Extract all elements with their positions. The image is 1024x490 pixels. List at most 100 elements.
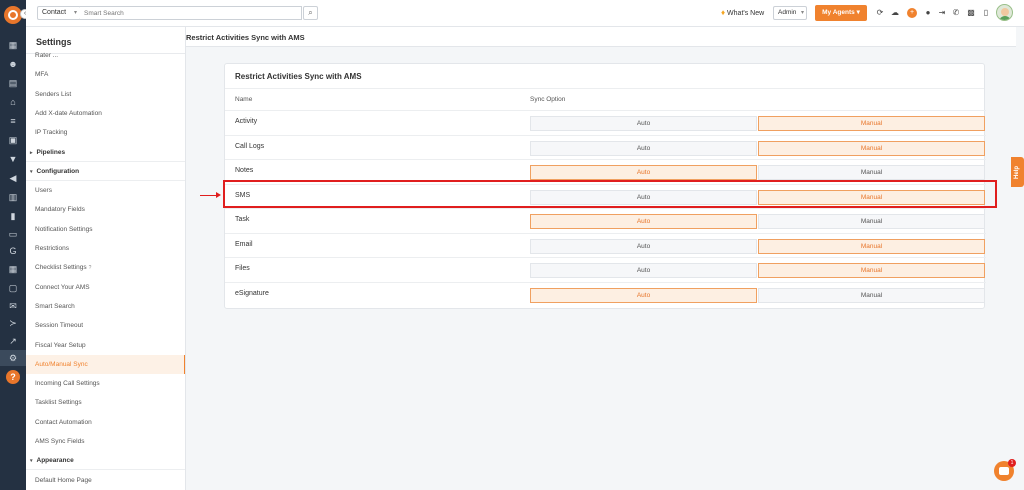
settings-item[interactable]: Incoming Call Settings [26, 374, 185, 393]
settings-item-label: Fiscal Year Setup [35, 341, 86, 349]
google-icon[interactable]: G [7, 246, 19, 256]
manual-option-button[interactable]: Manual [758, 263, 985, 278]
settings-item[interactable]: Tasklist Settings [26, 393, 185, 412]
auto-option-button[interactable]: Auto [530, 238, 757, 254]
contacts-icon[interactable]: ☻ [7, 59, 19, 69]
my-agents-button[interactable]: My Agents ▾ [815, 5, 867, 21]
sync-row-name: Email [235, 240, 253, 248]
report-icon[interactable]: ▣ [7, 135, 19, 145]
settings-item[interactable]: IP Tracking [26, 123, 185, 142]
search-icon[interactable]: ⌕ [303, 6, 318, 20]
settings-item[interactable]: MFA [26, 65, 185, 84]
search-scope-select[interactable]: Contact ▾ [37, 6, 81, 20]
auto-option-button[interactable]: Auto [530, 214, 757, 229]
dashboard-icon[interactable]: ▦ [7, 40, 19, 50]
settings-group[interactable]: ▾ Appearance [26, 451, 185, 471]
manual-option-button[interactable]: Manual [758, 116, 985, 131]
settings-item[interactable]: Auto/Manual Sync [26, 354, 185, 374]
settings-item[interactable]: Mandatory Fields [26, 200, 185, 219]
sync-row: Files Auto Manual [225, 257, 986, 281]
settings-item-label: Restrictions [35, 245, 69, 252]
settings-item[interactable]: Add X-date Automation [26, 104, 185, 123]
annotation-arrow [200, 192, 221, 198]
whats-new-link[interactable]: ♦ What's New [721, 8, 764, 17]
settings-item[interactable]: Checklist Settings? [26, 258, 185, 277]
smart-search-input[interactable] [80, 6, 302, 20]
settings-item[interactable]: Users [26, 181, 185, 200]
admin-select[interactable]: Admin ▾ [773, 6, 807, 20]
settings-item-label: Contact Automation [35, 418, 92, 426]
settings-item[interactable]: Connect Your AMS [26, 278, 185, 297]
settings-item-label: Users [35, 187, 52, 195]
sync-row-name: Notes [235, 167, 254, 174]
sync-row: Activity Auto Manual [225, 110, 986, 134]
documents-icon[interactable]: ▤ [7, 78, 19, 88]
manual-option-button[interactable]: Manual [758, 165, 985, 180]
campaign-icon[interactable]: ◀ [7, 173, 19, 183]
column-header-name: Name [235, 96, 253, 103]
manual-option-button[interactable]: Manual [758, 287, 985, 303]
settings-item[interactable]: Contact Automation [26, 413, 185, 432]
manual-option-button[interactable]: Manual [758, 140, 985, 156]
settings-item-label: Configuration [36, 167, 80, 175]
settings-group[interactable]: ▸ Pipelines [26, 143, 185, 162]
settings-item-label: Notification Settings [35, 225, 93, 233]
device-icon[interactable]: ▯ [981, 7, 991, 19]
file-icon[interactable]: ▢ [7, 283, 19, 293]
settings-sidebar: Settings Rater ... MFA Senders List Add X-d… [26, 27, 186, 490]
help-side-tab[interactable]: Help [1011, 157, 1024, 187]
help-circle-icon[interactable]: ? [6, 370, 20, 384]
settings-item[interactable]: Session Timeout [26, 316, 185, 335]
chart-icon[interactable]: ↗ [7, 336, 19, 346]
settings-item-label: Default Home Page [35, 476, 92, 484]
settings-item-label: Pipelines [36, 148, 66, 156]
caret-right-icon: ▸ [30, 149, 33, 156]
calendar-icon[interactable]: ▦ [7, 264, 19, 274]
analytics-icon[interactable]: ▮ [7, 211, 19, 221]
chat-launcher-button[interactable]: 1 [994, 459, 1016, 481]
manual-option-button[interactable]: Manual [758, 214, 985, 229]
user-avatar[interactable] [996, 4, 1013, 21]
folder-icon[interactable]: ▭ [7, 229, 19, 239]
page-header: Restrict Activities Sync with AMS [186, 27, 1016, 47]
settings-item[interactable]: Fiscal Year Setup [26, 336, 185, 355]
settings-item[interactable]: Rater ... [26, 46, 185, 65]
settings-group[interactable]: ▾ Configuration [26, 162, 185, 181]
settings-icon[interactable]: ⚙ [0, 350, 26, 366]
settings-item[interactable]: Senders List [26, 85, 185, 104]
settings-item[interactable]: Default Home Page [26, 471, 185, 490]
mail-icon[interactable]: ✉ [7, 301, 19, 311]
cloud-icon[interactable]: ☁ [890, 7, 900, 19]
list-icon[interactable]: ≡ [7, 116, 19, 126]
auto-option-button[interactable]: Auto [530, 140, 757, 156]
filter-icon[interactable]: ▼ [7, 154, 19, 164]
settings-item[interactable]: Smart Search [26, 297, 185, 316]
pipeline-icon[interactable]: ≻ [7, 318, 19, 328]
page-title: Restrict Activities Sync with AMS [186, 33, 305, 42]
notes-icon[interactable]: ▥ [7, 192, 19, 202]
company-icon[interactable]: ⌂ [7, 97, 19, 107]
auto-option-button[interactable]: Auto [530, 165, 757, 180]
chip-icon[interactable]: ▩ [966, 7, 976, 19]
main-content: Restrict Activities Sync with AMS Restri… [186, 27, 1016, 490]
add-icon[interactable]: + [907, 8, 917, 18]
sync-row: eSignature Auto Manual [225, 281, 986, 306]
sync-row-name: eSignature [235, 289, 269, 297]
settings-item-label: Smart Search [35, 302, 75, 310]
auto-option-button[interactable]: Auto [530, 116, 757, 131]
phone-icon[interactable]: ✆ [951, 7, 961, 19]
manual-option-button[interactable]: Manual [758, 238, 985, 254]
auto-option-button[interactable]: Auto [530, 263, 757, 278]
settings-item-label: Mandatory Fields [35, 206, 85, 214]
settings-item[interactable]: AMS Sync Fields [26, 432, 185, 451]
auto-option-button[interactable]: Auto [530, 287, 757, 303]
refresh-icon[interactable]: ⟳ [875, 7, 885, 19]
settings-item[interactable]: Notification Settings [26, 220, 185, 239]
logout-icon[interactable]: ⇥ [937, 7, 947, 19]
column-header-sync-option: Sync Option [530, 96, 566, 103]
settings-item[interactable]: Restrictions [26, 239, 185, 258]
sync-row: Email Auto Manual [225, 232, 986, 257]
info-icon: ? [88, 265, 92, 272]
bell-icon[interactable]: ● [923, 7, 933, 19]
caret-down-icon: ▾ [30, 168, 33, 175]
